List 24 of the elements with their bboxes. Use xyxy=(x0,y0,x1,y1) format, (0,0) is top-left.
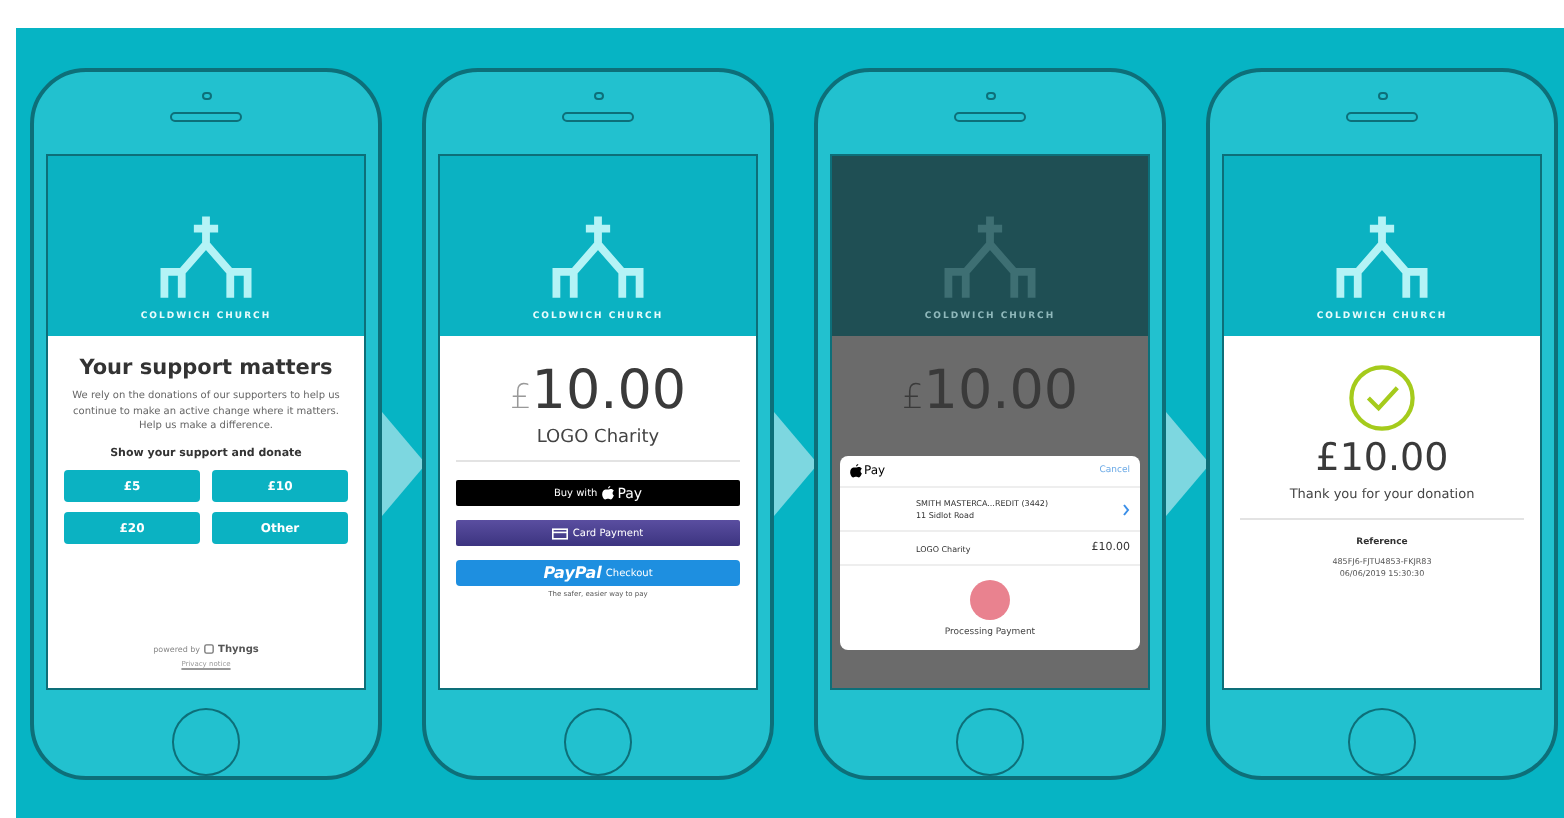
currency-symbol: £ xyxy=(509,378,532,419)
speaker-icon xyxy=(954,112,1026,123)
card-icon xyxy=(552,527,569,540)
camera-icon xyxy=(1377,91,1387,101)
charity-name: LOGO Charity xyxy=(536,428,660,449)
chevron-right-icon[interactable] xyxy=(1122,503,1130,516)
home-button[interactable] xyxy=(1348,707,1416,775)
heading: Your support matters xyxy=(79,356,333,381)
apple-icon xyxy=(601,486,614,501)
home-button[interactable] xyxy=(564,707,632,775)
speaker-icon xyxy=(562,112,634,123)
square-logo-icon xyxy=(204,644,215,655)
amount: £10.00 xyxy=(1315,436,1449,481)
camera-icon xyxy=(201,91,211,101)
amount: 10.00 xyxy=(531,360,687,423)
currency-symbol: £ xyxy=(901,378,924,419)
camera-icon xyxy=(985,91,995,101)
speaker-icon xyxy=(170,112,242,123)
camera-icon xyxy=(593,91,603,101)
home-button[interactable] xyxy=(172,707,240,775)
check-circle-icon xyxy=(1348,364,1416,433)
apple-icon xyxy=(850,464,862,479)
speaker-icon xyxy=(1346,112,1418,123)
home-button[interactable] xyxy=(956,707,1024,775)
